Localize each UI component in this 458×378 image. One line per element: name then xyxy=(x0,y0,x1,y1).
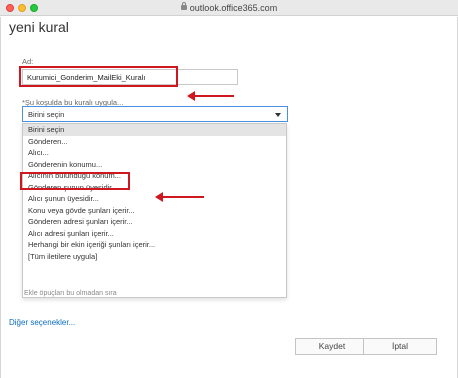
save-button[interactable]: Kaydet xyxy=(295,338,369,355)
lock-icon xyxy=(180,2,187,11)
obscured-text: Ekle öpuçları bu olmadan sıra xyxy=(24,290,117,297)
rule-name-label: Ad: xyxy=(22,57,34,66)
more-options-link[interactable]: Diğer seçenekler... xyxy=(9,318,75,327)
url-text: outlook.office365.com xyxy=(189,3,278,13)
dropdown-option[interactable]: Konu veya gövde şunları içerir... xyxy=(23,205,286,217)
chevron-down-icon xyxy=(275,113,281,117)
dropdown-option[interactable]: Gönderen... xyxy=(23,136,286,148)
annotation-arrow-icon xyxy=(187,91,234,101)
condition-selected-value: Birini seçin xyxy=(28,110,65,119)
dropdown-option[interactable]: Gönderen adresi şunları içerir... xyxy=(23,216,286,228)
dialog-title: yeni kural xyxy=(9,19,69,35)
dropdown-option[interactable]: Alıcı... xyxy=(23,147,286,159)
annotation-arrow-icon xyxy=(155,192,204,202)
name-highlight-box xyxy=(19,66,178,87)
dropdown-option[interactable]: Gönderenin konumu... xyxy=(23,159,286,171)
dropdown-option[interactable]: [Tüm iletilere uygula] xyxy=(23,251,286,263)
address-bar[interactable]: outlook.office365.com xyxy=(0,2,458,14)
cancel-button[interactable]: İptal xyxy=(363,338,437,355)
dropdown-option[interactable]: Birini seçin xyxy=(23,124,286,136)
condition-select[interactable]: Birini seçin xyxy=(22,106,288,122)
browser-titlebar: outlook.office365.com xyxy=(0,0,458,16)
condition-dropdown-list: Birini seçin Gönderen... Alıcı... Gönder… xyxy=(22,123,287,298)
dropdown-option[interactable]: Alıcı adresi şunları içerir... xyxy=(23,228,286,240)
dropdown-option[interactable]: Herhangi bir ekin içeriği şunları içerir… xyxy=(23,239,286,251)
option-highlight-box xyxy=(20,172,130,190)
